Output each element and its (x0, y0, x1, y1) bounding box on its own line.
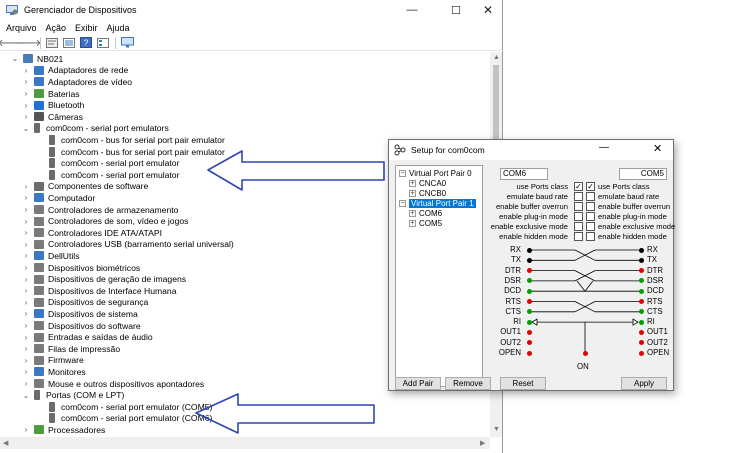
signal-label-a: OPEN (498, 348, 521, 357)
reset-button[interactable]: Reset (500, 377, 546, 390)
signal-dot-a[interactable] (526, 278, 532, 284)
option-checkbox-b[interactable]: ✓ (586, 182, 595, 191)
option-checkbox-b[interactable] (586, 192, 595, 201)
signal-dot-b[interactable] (638, 299, 644, 304)
option-label-a: use Ports class (516, 181, 569, 191)
remove-button[interactable]: Remove (445, 377, 491, 390)
option-checkbox-b[interactable] (586, 232, 595, 241)
option-checkbox-b[interactable] (586, 212, 595, 221)
signal-label-b: TX (647, 255, 657, 265)
option-label-b: use Ports class (598, 181, 650, 191)
signal-label-a: RI (513, 317, 521, 327)
add-pair-button[interactable]: Add Pair (395, 377, 441, 390)
signal-dot-a[interactable] (526, 257, 532, 263)
wire-dcd (584, 280, 594, 292)
on-label: ON (577, 362, 589, 371)
signal-dot-a[interactable] (526, 309, 532, 315)
signal-dot-a[interactable] (526, 319, 532, 325)
signal-label-b: OUT1 (647, 327, 668, 337)
signal-dot-b[interactable] (638, 288, 644, 294)
signal-dot-b[interactable] (638, 309, 644, 315)
option-label-b: enable plug-in mode (598, 211, 667, 221)
option-checkbox-a[interactable] (574, 192, 583, 201)
option-checkbox-a[interactable] (574, 212, 583, 221)
option-checkbox-b[interactable] (586, 222, 595, 231)
signal-dot-b[interactable] (638, 268, 644, 274)
ri-inverter-icon (632, 318, 639, 326)
signal-label-b: DCD (647, 286, 664, 296)
apply-button[interactable]: Apply (621, 377, 667, 390)
signal-dot-b[interactable] (638, 350, 644, 356)
signal-label-a: DCD (504, 286, 521, 296)
on-signal-dot[interactable] (582, 351, 588, 356)
option-checkbox-a[interactable] (574, 202, 583, 211)
signal-label-b: DTR (647, 265, 664, 275)
signal-label-b: OUT2 (647, 337, 668, 347)
option-label-b: enable buffer overrun (598, 201, 671, 211)
option-checkbox-a[interactable]: ✓ (574, 182, 583, 191)
signal-wiring-diagram (529, 249, 641, 352)
signal-dot-a[interactable] (526, 288, 532, 294)
signal-label-a: OUT2 (500, 337, 521, 347)
signal-dot-a[interactable] (526, 268, 532, 274)
option-label-b: enable exclusive mode (598, 221, 676, 231)
option-label-a: enable buffer overrun (495, 201, 568, 211)
setup-dialog: Setup for com0com — ✕ − Virtual Port Pair… (388, 139, 676, 391)
option-checkbox-a[interactable] (574, 222, 583, 231)
signal-dot-b[interactable] (638, 340, 644, 346)
annotation-arrow-bottom (195, 393, 375, 434)
signal-label-a: DSR (504, 275, 521, 285)
signal-label-b: OPEN (647, 348, 670, 357)
ri-inverter-icon (531, 318, 538, 326)
option-label-a: enable plug-in mode (499, 211, 568, 221)
signal-label-a: DTR (504, 265, 521, 275)
option-label-a: enable hidden mode (499, 231, 568, 241)
signal-dot-a[interactable] (526, 350, 532, 356)
signal-label-a: CTS (505, 306, 521, 316)
option-label-b: enable hidden mode (598, 231, 667, 241)
signal-label-b: CTS (647, 306, 663, 316)
signal-dot-b[interactable] (638, 319, 644, 325)
option-label-a: emulate baud rate (506, 191, 568, 201)
signal-label-a: TX (511, 255, 521, 265)
option-label-b: emulate baud rate (598, 191, 660, 201)
signal-label-a: RX (510, 245, 521, 254)
option-label-a: enable exclusive mode (490, 221, 568, 231)
signal-dot-b[interactable] (638, 329, 644, 335)
wire-dcd (576, 280, 586, 292)
signal-dot-a[interactable] (526, 299, 532, 304)
signal-dot-a[interactable] (526, 329, 532, 335)
signal-dot-b[interactable] (638, 257, 644, 263)
option-checkbox-b[interactable] (586, 202, 595, 211)
signal-dot-b[interactable] (638, 278, 644, 284)
signal-label-a: OUT1 (500, 327, 521, 337)
annotation-arrow-top (207, 150, 385, 191)
signal-label-b: RI (647, 317, 655, 327)
signal-dot-b[interactable] (638, 247, 644, 253)
signal-label-a: RTS (505, 296, 521, 306)
signal-label-b: RX (647, 245, 658, 254)
signal-dot-a[interactable] (526, 247, 532, 253)
option-checkbox-a[interactable] (574, 232, 583, 241)
signal-dot-a[interactable] (526, 340, 532, 346)
signal-label-b: DSR (647, 275, 664, 285)
signal-label-b: RTS (647, 296, 663, 306)
